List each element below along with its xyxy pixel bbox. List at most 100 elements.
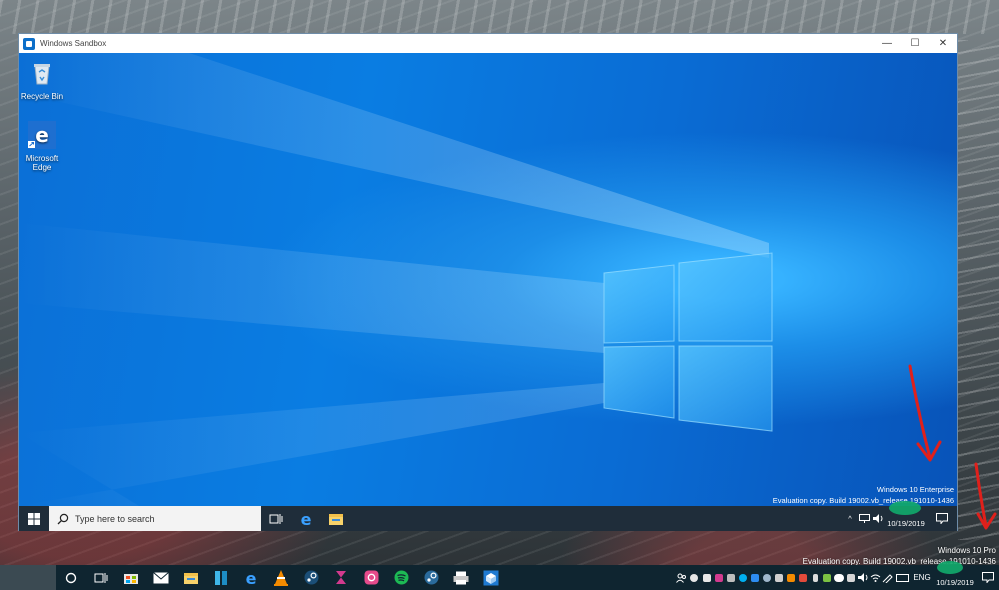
host-action-center-button[interactable] [977,565,999,590]
steam-alt-button[interactable] [416,565,446,590]
tray-app-icon-7[interactable] [845,565,857,590]
notification-icon [936,513,948,524]
maximize-button[interactable]: ☐ [901,34,929,53]
steam-alt-icon [424,570,438,585]
sandbox-search-box[interactable]: Type here to search [49,506,261,531]
mail-icon [153,571,169,583]
sandbox-build-text: Evaluation copy. Build 19002.vb_release.… [772,496,954,505]
sandbox-clock-date: 10/19/2019 [887,518,925,528]
host-taskbar: e ENG 10/19/2019 [0,560,999,590]
host-start-area[interactable] [0,565,56,590]
sandbox-icon [483,570,499,585]
input-language-indicator[interactable]: ENG [911,565,933,590]
instagram-button[interactable] [356,565,386,590]
cortana-button[interactable] [56,565,86,590]
edge-label-line2: Edge [32,163,52,172]
sandbox-system-tray: ^ 10/19/2019 [843,500,957,531]
instagram-icon [364,570,378,585]
hourglass-icon [336,571,346,584]
edge-icon: e [28,121,56,149]
tray-app-icon-4[interactable] [773,565,785,590]
sandbox-evaluation-watermark: Windows 10 Enterprise Evaluation copy. B… [773,484,954,506]
host-edition-text: Windows 10 Pro [937,546,996,555]
pen-icon[interactable] [881,565,893,590]
tray-app-icon-1[interactable] [701,565,713,590]
host-edge-button[interactable]: e [236,565,266,590]
svg-text:e: e [246,570,257,586]
edge-icon: e [301,511,312,527]
steam-icon [304,570,318,585]
vlc-button[interactable] [266,565,296,590]
host-clock-date: 10/19/2019 [936,577,974,587]
steam-button[interactable] [296,565,326,590]
search-icon [57,513,69,524]
tray-vlc-icon[interactable] [785,565,797,590]
host-file-explorer-button[interactable] [176,565,206,590]
tray-app-icon-6[interactable] [821,565,833,590]
tray-hourglass-icon[interactable] [713,565,725,590]
taskbar-edge-button[interactable]: e [291,506,321,531]
host-sandbox-button[interactable] [476,565,506,590]
host-evaluation-watermark: Windows 10 Pro Evaluation copy. Build 19… [803,545,996,567]
network-icon[interactable] [857,506,871,531]
spotify-icon [394,570,408,585]
recycle-bin-icon [34,64,50,85]
taskbar-file-explorer-button[interactable] [321,506,351,531]
host-redaction-mark [937,560,963,574]
skype-icon[interactable] [737,565,749,590]
touch-keyboard-icon[interactable] [893,565,911,590]
vlc-icon [274,569,288,586]
show-hidden-icons-button[interactable]: ^ [843,506,857,531]
svg-text:e: e [35,123,49,147]
printer-icon [453,571,469,584]
tray-app-icon-5[interactable] [797,565,809,590]
windows-sandbox-window[interactable]: Windows Sandbox — ☐ ✕ Recycle Bin e Micr… [18,33,958,531]
tray-app-icon-2[interactable] [725,565,737,590]
host-system-tray: ENG 10/19/2019 [675,560,999,590]
store-icon [124,574,138,584]
spotify-button[interactable] [386,565,416,590]
app-button[interactable] [206,565,236,590]
mail-button[interactable] [146,565,176,590]
notification-icon [982,572,994,583]
edge-icon: e [246,570,257,586]
task-view-icon [94,572,108,583]
edge-label-line1: Microsoft [25,154,59,163]
close-button[interactable]: ✕ [929,34,957,53]
annotation-arrow-sandbox [908,364,942,462]
cortana-icon [65,572,77,583]
recycle-bin-label: Recycle Bin [20,92,64,101]
svg-text:e: e [301,511,312,527]
folder-icon [329,513,343,525]
host-clock[interactable]: 10/19/2019 [933,560,977,587]
sandbox-desktop: Recycle Bin e Microsoft Edge Windows 10 … [19,53,957,506]
windows-hero-wallpaper [19,53,773,506]
host-volume-icon[interactable] [857,565,869,590]
xbox-icon[interactable] [687,565,701,590]
sandbox-clock[interactable]: 10/19/2019 [885,500,927,528]
store-button[interactable] [116,565,146,590]
hourglass-button[interactable] [326,565,356,590]
usb-icon[interactable] [809,565,821,590]
host-task-view-button[interactable] [86,565,116,590]
annotation-arrow-host [974,462,997,530]
tray-steam-icon[interactable] [761,565,773,590]
task-view-button[interactable] [261,506,291,531]
onedrive-icon[interactable] [833,565,845,590]
recycle-bin-desktop-icon[interactable]: Recycle Bin [19,59,67,101]
window-titlebar[interactable]: Windows Sandbox — ☐ ✕ [19,34,957,53]
action-center-button[interactable] [927,506,957,531]
app-icon [215,570,227,585]
sandbox-app-icon [23,37,35,50]
sandbox-start-button[interactable] [19,506,49,531]
edge-desktop-icon[interactable]: e Microsoft Edge [19,121,67,172]
sandbox-taskbar: Type here to search e ^ 10/19/2019 [19,500,957,531]
printer-button[interactable] [446,565,476,590]
people-icon[interactable] [675,565,687,590]
minimize-button[interactable]: — [873,34,901,53]
tray-app-icon-3[interactable] [749,565,761,590]
volume-icon[interactable] [871,506,885,531]
wifi-icon[interactable] [869,565,881,590]
sandbox-edition-text: Windows 10 Enterprise [876,485,954,494]
windows-logo-icon [28,512,40,525]
